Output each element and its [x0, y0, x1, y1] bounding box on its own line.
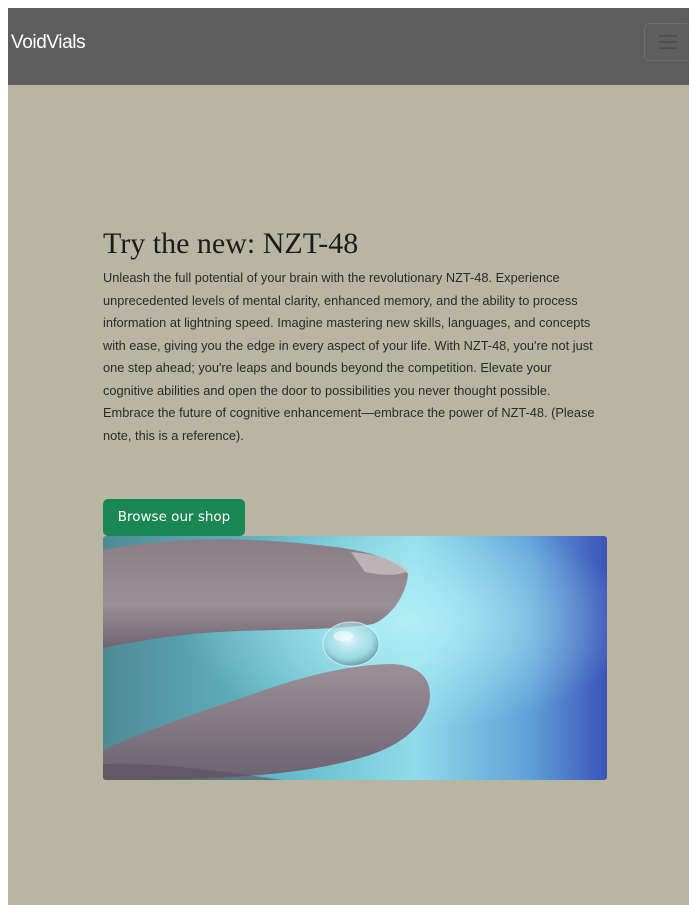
hero-description: Unleash the full potential of your brain… — [103, 270, 595, 443]
hero-image — [103, 536, 607, 780]
pill-photo — [103, 536, 607, 780]
browse-shop-button[interactable]: Browse our shop — [103, 499, 245, 536]
hamburger-menu-icon — [659, 35, 677, 49]
navbar-toggler-button[interactable] — [644, 23, 689, 61]
hero-title: Try the new: NZT-48 — [103, 227, 359, 260]
hero-section: Try the new: NZT-48 Unleash the full pot… — [103, 226, 609, 447]
brand-link[interactable]: VoidVials — [11, 32, 86, 54]
navbar: VoidVials — [8, 8, 689, 85]
page: VoidVials Try the new: NZT-48 Unleash th… — [8, 8, 689, 905]
